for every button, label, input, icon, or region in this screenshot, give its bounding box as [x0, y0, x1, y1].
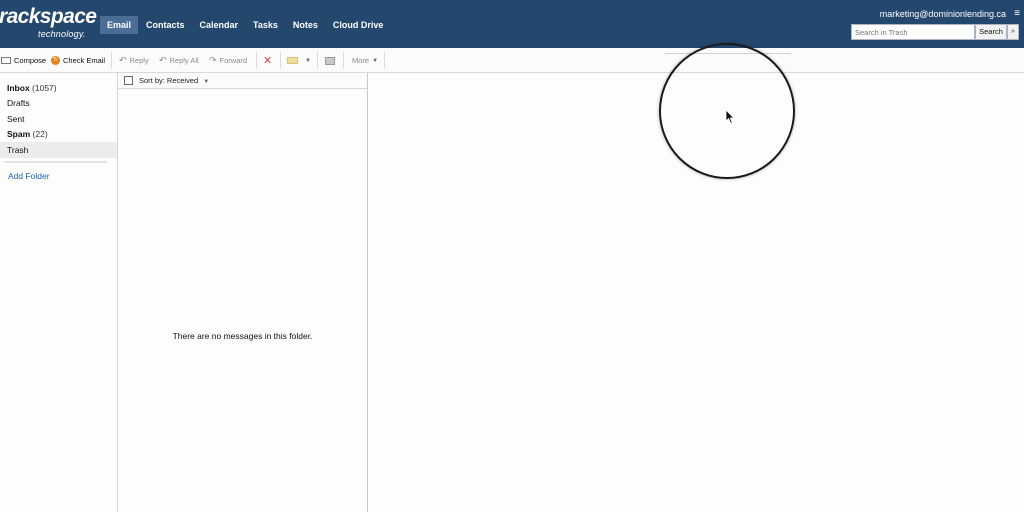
- compose-button[interactable]: Compose: [1, 48, 46, 73]
- forward-label: Forward: [219, 56, 248, 65]
- delete-x-icon: ✕: [263, 55, 273, 67]
- check-email-button[interactable]: ↻ Check Email: [51, 48, 105, 73]
- reply-label: Reply: [129, 56, 149, 65]
- search-input[interactable]: [851, 24, 975, 40]
- sidebar-divider: [4, 161, 107, 163]
- folder-count: (22): [32, 129, 48, 139]
- delete-button[interactable]: ✕: [263, 48, 272, 73]
- envelope-icon: [1, 57, 11, 64]
- logo-wordmark: rackspace: [0, 5, 97, 28]
- tab-email[interactable]: Email: [100, 16, 139, 34]
- add-folder-link[interactable]: Add Folder: [8, 171, 50, 181]
- printer-icon: [325, 56, 335, 65]
- caret-down-icon: ▼: [372, 57, 379, 64]
- toolbar-divider: [384, 52, 385, 69]
- toolbar-divider: [317, 52, 318, 69]
- sidebar-item-sent[interactable]: Sent: [0, 111, 117, 127]
- account-email[interactable]: marketing@dominionlending.ca: [880, 9, 1006, 19]
- folder-name: Trash: [7, 145, 29, 155]
- move-to-folder-button[interactable]: ▼: [287, 48, 311, 73]
- mouse-cursor-icon: [725, 109, 735, 124]
- tab-calendar[interactable]: Calendar: [193, 16, 246, 34]
- tab-tasks[interactable]: Tasks: [246, 16, 285, 34]
- reply-all-label: Reply All: [169, 56, 199, 65]
- caret-down-icon: ▼: [203, 79, 210, 85]
- toolbar-divider: [256, 52, 257, 69]
- sidebar-item-inbox[interactable]: Inbox (1057): [0, 80, 117, 96]
- folder-count: (1057): [32, 83, 57, 93]
- message-list-header: Sort by: Received ▼: [118, 73, 367, 89]
- reply-button[interactable]: ↶ Reply: [119, 48, 149, 73]
- folder-name: Spam: [7, 129, 31, 139]
- forward-button[interactable]: ↷ Forward: [209, 48, 247, 73]
- app-window: rackspace technology. Email Contacts Cal…: [0, 0, 1024, 512]
- sort-label: Sort by: Received: [139, 76, 199, 85]
- sidebar-item-trash[interactable]: Trash: [0, 142, 117, 158]
- reply-all-button[interactable]: ↶ Reply All: [159, 48, 199, 73]
- refresh-icon: ↻: [51, 56, 60, 65]
- forward-icon: ↷: [209, 55, 217, 65]
- reply-icon: ↶: [119, 55, 127, 65]
- select-all-checkbox[interactable]: [124, 76, 133, 85]
- sidebar-item-drafts[interactable]: Drafts: [0, 95, 117, 111]
- folder-name: Inbox: [7, 83, 30, 93]
- compose-label: Compose: [14, 56, 47, 65]
- sidebar-item-spam[interactable]: Spam (22): [0, 126, 117, 142]
- chevron-double-down-icon[interactable]: »: [1007, 24, 1019, 40]
- tab-contacts[interactable]: Contacts: [139, 16, 192, 34]
- search-button[interactable]: Search: [975, 24, 1007, 40]
- more-label: More: [352, 56, 370, 65]
- top-header: rackspace technology. Email Contacts Cal…: [0, 0, 1024, 48]
- more-button[interactable]: More ▼: [352, 48, 378, 73]
- caret-down-icon: ▼: [305, 57, 311, 64]
- check-email-label: Check Email: [63, 56, 106, 65]
- folder-sidebar: Inbox (1057) Drafts Sent Spam (22) Trash…: [0, 73, 118, 512]
- rackspace-logo[interactable]: rackspace technology.: [0, 5, 97, 42]
- empty-folder-message: There are no messages in this folder.: [172, 331, 313, 341]
- print-button[interactable]: [325, 48, 335, 73]
- folder-name: Drafts: [7, 98, 30, 108]
- sort-dropdown[interactable]: Sort by: Received ▼: [139, 76, 209, 85]
- toolbar-divider: [343, 52, 344, 69]
- toolbar-divider: [111, 52, 112, 69]
- tab-notes[interactable]: Notes: [286, 16, 325, 34]
- toolbar: Compose ↻ Check Email ↶ Reply ↶ Reply Al…: [0, 48, 1024, 73]
- folder-icon: [287, 57, 298, 64]
- tab-cloud-drive[interactable]: Cloud Drive: [326, 16, 391, 34]
- logo-subtitle: technology.: [38, 29, 86, 39]
- main-nav: Email Contacts Calendar Tasks Notes Clou…: [100, 16, 391, 34]
- folder-name: Sent: [7, 114, 25, 124]
- reply-all-icon: ↶: [159, 55, 167, 65]
- message-list: Sort by: Received ▼ There are no message…: [118, 73, 368, 512]
- hamburger-icon[interactable]: ≡: [1014, 8, 1020, 19]
- toolbar-divider: [280, 52, 281, 69]
